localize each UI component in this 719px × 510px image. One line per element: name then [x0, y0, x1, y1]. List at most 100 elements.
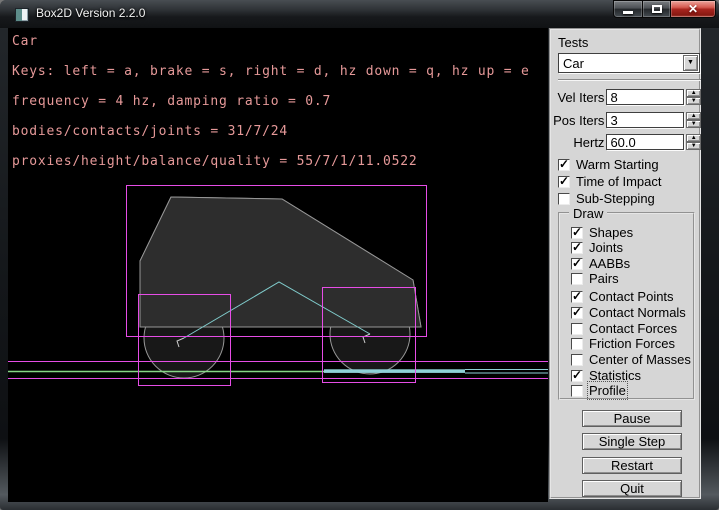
separator — [558, 79, 701, 81]
simulation-canvas[interactable]: Car Keys: left = a, brake = s, right = d… — [8, 28, 548, 502]
debug-stats-text: Car Keys: left = a, brake = s, right = d… — [12, 34, 530, 169]
checkbox-label: AABBs — [589, 256, 630, 271]
spinner-down-icon[interactable]: ▼ — [686, 97, 701, 105]
checkmark-icon: ✓ — [572, 289, 582, 303]
restart-button[interactable]: Restart — [582, 457, 682, 474]
box2d-testbed-window: Box2D Version 2.2.0 ✕ — [0, 0, 719, 510]
vel-iters-stepper: ▲ ▼ — [686, 89, 701, 105]
checkmark-icon: ✓ — [572, 305, 582, 319]
checkbox-icon[interactable] — [558, 193, 570, 205]
vel-iters-label: Vel Iters — [553, 90, 604, 105]
spinner-down-icon[interactable]: ▼ — [686, 120, 701, 128]
checkbox-icon[interactable] — [571, 323, 583, 335]
checkbox-icon[interactable]: ✓ — [571, 242, 583, 254]
checkbox-icon[interactable]: ✓ — [571, 370, 583, 382]
checkbox-label: Warm Starting — [576, 157, 659, 172]
pos-iters-stepper: ▲ ▼ — [686, 112, 701, 128]
stat-line-bodies: bodies/contacts/joints = 31/7/24 — [12, 124, 288, 139]
checkbox-label: Pairs — [589, 271, 619, 286]
checkbox-time-of-impact[interactable]: ✓ Time of Impact — [558, 175, 661, 188]
checkbox-label: Joints — [589, 240, 623, 255]
checkbox-profile[interactable]: Profile — [571, 384, 626, 397]
checkbox-label: Friction Forces — [589, 336, 675, 351]
checkbox-label: Time of Impact — [576, 174, 661, 189]
checkbox-icon[interactable]: ✓ — [571, 291, 583, 303]
title-bar[interactable]: Box2D Version 2.2.0 ✕ — [0, 0, 719, 28]
draw-group: Draw ✓ Shapes ✓ Joints ✓ AABBs Pairs ✓ C… — [558, 212, 695, 400]
checkbox-statistics[interactable]: ✓ Statistics — [571, 369, 641, 382]
draw-group-label: Draw — [569, 206, 607, 221]
checkbox-icon[interactable]: ✓ — [571, 227, 583, 239]
spinner-up-icon[interactable]: ▲ — [686, 89, 701, 97]
hertz-row: Hertz ▲ ▼ — [553, 134, 701, 150]
checkbox-sub-stepping[interactable]: Sub-Stepping — [558, 192, 655, 205]
checkbox-icon[interactable]: ✓ — [571, 307, 583, 319]
checkbox-shapes[interactable]: ✓ Shapes — [571, 226, 633, 239]
caption-buttons: ✕ — [614, 0, 716, 18]
checkmark-icon: ✓ — [559, 174, 569, 188]
checkbox-label: Shapes — [589, 225, 633, 240]
tests-dropdown[interactable]: Car ▼ — [558, 53, 700, 73]
checkbox-friction-forces[interactable]: Friction Forces — [571, 337, 675, 350]
stat-line-keys: Keys: left = a, brake = s, right = d, hz… — [12, 64, 530, 79]
maximize-icon — [652, 5, 662, 13]
spinner-up-icon[interactable]: ▲ — [686, 112, 701, 120]
checkbox-icon[interactable]: ✓ — [571, 258, 583, 270]
checkbox-icon[interactable] — [571, 385, 583, 397]
car-chassis-outline — [140, 197, 421, 327]
checkbox-label: Sub-Stepping — [576, 191, 655, 206]
spinner-up-icon[interactable]: ▲ — [686, 134, 701, 142]
hertz-input[interactable] — [606, 134, 684, 150]
checkbox-icon[interactable]: ✓ — [558, 159, 570, 171]
pos-iters-label: Pos Iters — [553, 113, 604, 128]
pos-iters-input[interactable] — [606, 112, 684, 128]
checkbox-label: Profile — [589, 383, 626, 398]
window-title: Box2D Version 2.2.0 — [36, 0, 145, 28]
checkmark-icon: ✓ — [572, 225, 582, 239]
control-panel: Tests Car ▼ Vel Iters ▲ ▼ Pos Iters ▲ ▼ … — [549, 28, 701, 499]
checkmark-icon: ✓ — [572, 368, 582, 382]
stat-line-title: Car — [12, 34, 38, 49]
maximize-button[interactable] — [642, 0, 671, 18]
tests-dropdown-value: Car — [563, 56, 584, 71]
minimize-icon — [623, 11, 633, 14]
checkbox-label: Contact Normals — [589, 305, 686, 320]
checkbox-icon[interactable] — [571, 354, 583, 366]
checkbox-joints[interactable]: ✓ Joints — [571, 241, 623, 254]
checkmark-icon: ✓ — [559, 157, 569, 171]
single-step-button[interactable]: Single Step — [582, 433, 682, 450]
chevron-down-icon[interactable]: ▼ — [683, 55, 698, 71]
bridge-segment — [324, 369, 465, 373]
checkmark-icon: ✓ — [572, 256, 582, 270]
vel-iters-input[interactable] — [606, 89, 684, 105]
checkbox-icon[interactable] — [571, 273, 583, 285]
checkbox-center-of-masses[interactable]: Center of Masses — [571, 353, 691, 366]
stat-line-proxies: proxies/height/balance/quality = 55/7/1/… — [12, 154, 417, 169]
minimize-button[interactable] — [613, 0, 643, 18]
checkbox-label: Statistics — [589, 368, 641, 383]
checkbox-warm-starting[interactable]: ✓ Warm Starting — [558, 158, 659, 171]
app-icon — [15, 8, 29, 22]
pause-button[interactable]: Pause — [582, 410, 682, 427]
spinner-down-icon[interactable]: ▼ — [686, 142, 701, 150]
vel-iters-row: Vel Iters ▲ ▼ — [553, 89, 701, 105]
hertz-label: Hertz — [553, 135, 604, 150]
checkbox-icon[interactable] — [571, 338, 583, 350]
checkmark-icon: ✓ — [572, 240, 582, 254]
checkbox-label: Contact Points — [589, 289, 674, 304]
tests-label: Tests — [558, 35, 588, 50]
close-icon: ✕ — [688, 2, 698, 16]
checkbox-aabbs[interactable]: ✓ AABBs — [571, 257, 630, 270]
checkbox-contact-forces[interactable]: Contact Forces — [571, 322, 677, 335]
quit-button[interactable]: Quit — [582, 480, 682, 497]
checkbox-contact-points[interactable]: ✓ Contact Points — [571, 290, 674, 303]
checkbox-label: Contact Forces — [589, 321, 677, 336]
stat-line-frequency: frequency = 4 hz, damping ratio = 0.7 — [12, 94, 331, 109]
checkbox-label: Center of Masses — [589, 352, 691, 367]
pos-iters-row: Pos Iters ▲ ▼ — [553, 112, 701, 128]
checkbox-icon[interactable]: ✓ — [558, 176, 570, 188]
checkbox-contact-normals[interactable]: ✓ Contact Normals — [571, 306, 686, 319]
close-button[interactable]: ✕ — [670, 0, 716, 18]
hertz-stepper: ▲ ▼ — [686, 134, 701, 150]
checkbox-pairs[interactable]: Pairs — [571, 272, 619, 285]
